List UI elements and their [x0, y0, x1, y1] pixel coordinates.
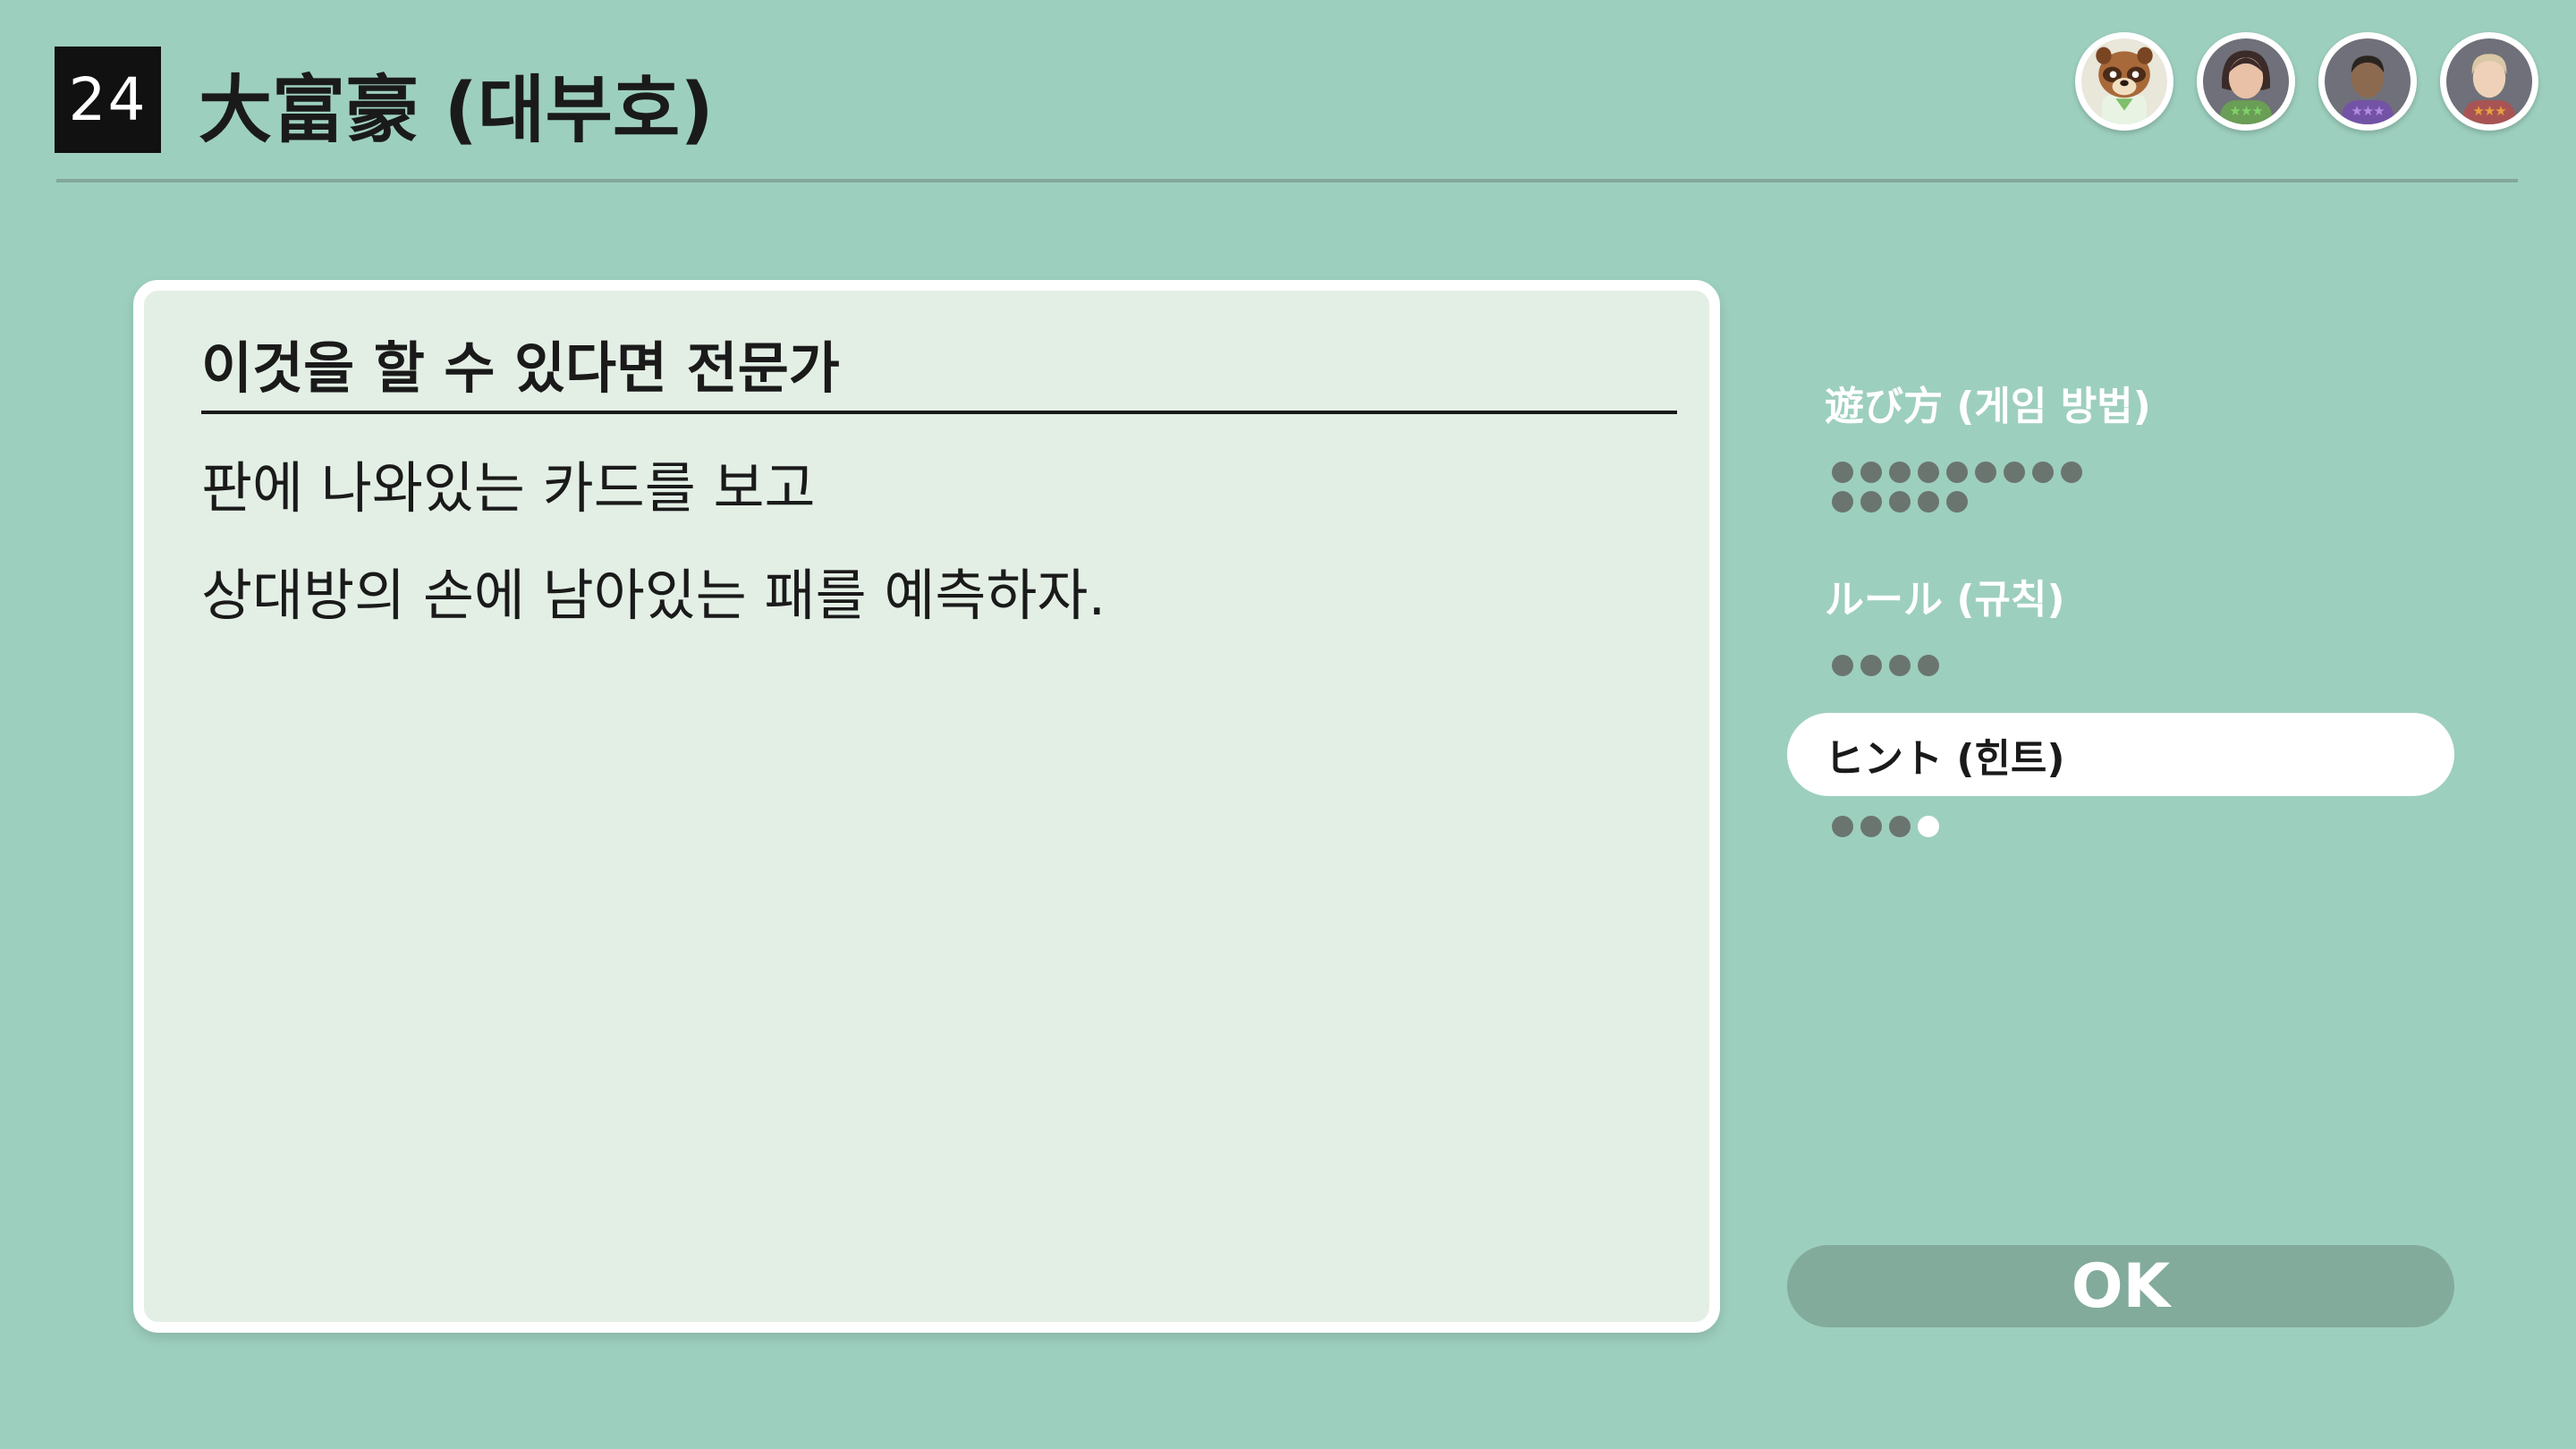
page-dot [1946, 491, 1968, 513]
rules-page-dots [1832, 655, 2100, 676]
mii-avatar-1: ★★★ [2197, 32, 2295, 131]
tab-how-to-play[interactable]: 遊び方 (게임 방법) [1825, 374, 2151, 431]
page-dot [1918, 491, 1939, 513]
panel-heading: 이것을 할 수 있다면 전문가 [201, 316, 1677, 414]
page-dot [1946, 462, 1968, 483]
current-page-dot [1918, 816, 1939, 837]
game-number-badge: 24 [55, 47, 161, 153]
ok-button[interactable]: OK [1787, 1245, 2454, 1327]
tanuki-face-icon [2096, 47, 2153, 124]
panel-text-line-1: 판에 나와있는 카드를 보고 [201, 455, 816, 521]
page-dot [1860, 816, 1882, 837]
mii-avatar-2: ★★★ [2318, 32, 2417, 131]
how-to-play-page-dots [1832, 462, 2100, 513]
page-dot [1889, 491, 1911, 513]
mii-avatar-3: ★★★ [2440, 32, 2538, 131]
game-title: 大富豪 (대부호) [199, 67, 714, 153]
page-dot [1832, 462, 1853, 483]
page-dot [1889, 462, 1911, 483]
hints-page-dots [1832, 816, 2100, 837]
page-dot [1918, 655, 1939, 676]
player-avatars: ★★★ ★★★ ★★★ [2075, 32, 2538, 131]
page-dot [1889, 816, 1911, 837]
panel-text-line-2: 상대방의 손에 남아있는 패를 예측하자. [201, 563, 1106, 628]
tab-hints-label: ヒント (힌트) [1825, 735, 2065, 782]
page-dot [1860, 462, 1882, 483]
header-divider [56, 179, 2518, 182]
page-dot [1918, 462, 1939, 483]
page-dot [1832, 655, 1853, 676]
page-dot [1832, 816, 1853, 837]
game-number: 24 [68, 65, 148, 134]
tab-rules[interactable]: ルール (규칙) [1825, 567, 2065, 624]
page-dot [2032, 462, 2054, 483]
hint-panel: 이것을 할 수 있다면 전문가 판에 나와있는 카드를 보고 상대방의 손에 남… [133, 280, 1720, 1333]
tab-hints[interactable]: ヒント (힌트) [1787, 713, 2454, 796]
page-dot [2004, 462, 2025, 483]
page-dot [1860, 655, 1882, 676]
tanuki-avatar [2075, 32, 2174, 131]
page-dot [1975, 462, 1996, 483]
page-dot [2061, 462, 2082, 483]
page-dot [1889, 655, 1911, 676]
page-dot [1832, 491, 1853, 513]
page-dot [1860, 491, 1882, 513]
